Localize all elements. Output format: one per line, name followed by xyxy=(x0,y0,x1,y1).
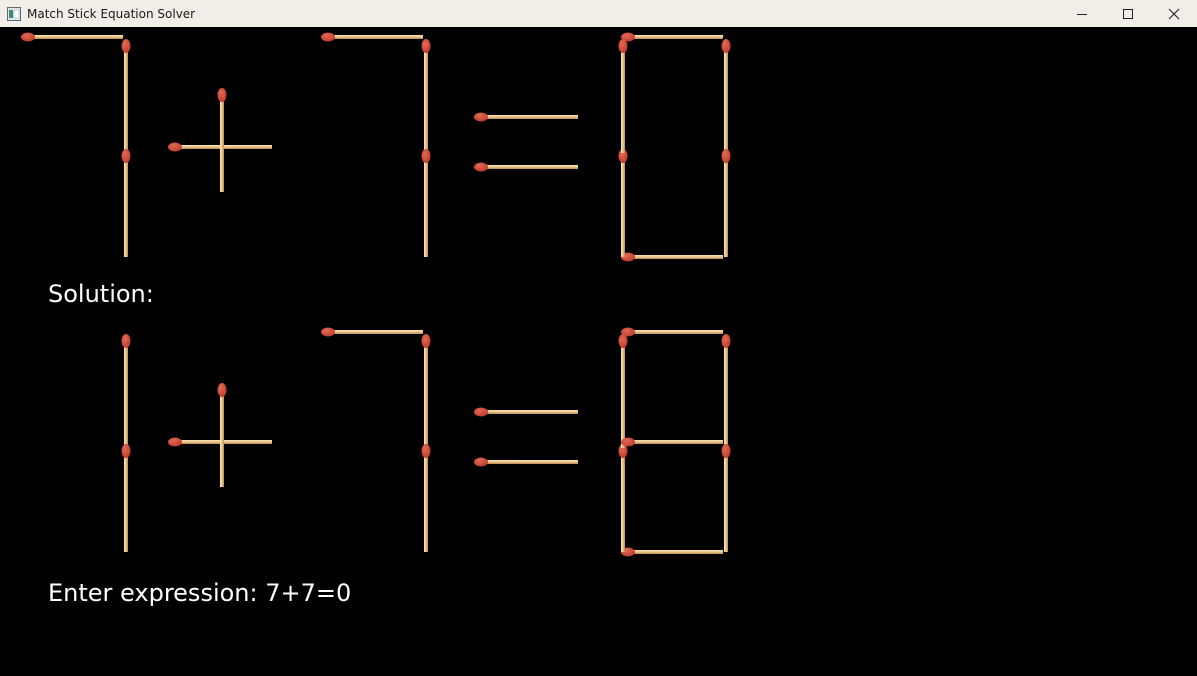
puzzle-digit-4-segment-d xyxy=(621,252,723,262)
puzzle-plus-horizontal xyxy=(168,142,272,152)
solution-digit-4-segment-c xyxy=(721,444,731,552)
puzzle-digit-4-segment-f xyxy=(618,39,628,153)
puzzle-digit-0-segment-a xyxy=(21,32,123,42)
close-button[interactable] xyxy=(1151,0,1197,27)
solution-digit-2-segment-b xyxy=(421,334,431,448)
puzzle-equals-bottom xyxy=(474,162,578,172)
solution-equals-top xyxy=(474,407,578,417)
solution-plus-vertical xyxy=(217,383,227,487)
expression-input-line[interactable]: Enter expression: 7+7=0 xyxy=(48,579,351,607)
solution-digit-0-segment-b xyxy=(121,334,131,448)
window-title: Match Stick Equation Solver xyxy=(27,6,196,21)
puzzle-plus-vertical xyxy=(217,88,227,192)
minimize-icon xyxy=(1077,13,1087,15)
puzzle-digit-4-segment-e xyxy=(618,149,628,257)
puzzle-digit-4-segment-a xyxy=(621,32,723,42)
maximize-button[interactable] xyxy=(1105,0,1151,27)
puzzle-digit-2-segment-a xyxy=(321,32,423,42)
app-window-icon xyxy=(6,6,22,22)
solution-digit-4-segment-a xyxy=(621,327,723,337)
solution-digit-2-segment-c xyxy=(421,444,431,552)
app-window: Match Stick Equation Solver Solution: En… xyxy=(0,0,1197,676)
close-icon xyxy=(1168,8,1180,19)
window-controls xyxy=(1059,0,1197,27)
solution-label: Solution: xyxy=(48,280,154,308)
puzzle-digit-0-segment-c xyxy=(121,149,131,257)
puzzle-digit-0-segment-b xyxy=(121,39,131,153)
solution-digit-2-segment-a xyxy=(321,327,423,337)
solution-digit-4-segment-e xyxy=(618,444,628,552)
equation-canvas: Solution: Enter expression: 7+7=0 xyxy=(0,27,1197,676)
solution-digit-4-segment-b xyxy=(721,334,731,448)
solution-digit-4-segment-g xyxy=(621,437,723,447)
maximize-icon xyxy=(1123,8,1133,19)
puzzle-digit-2-segment-c xyxy=(421,149,431,257)
puzzle-equals-top xyxy=(474,112,578,122)
solution-digit-4-segment-d xyxy=(621,547,723,557)
minimize-button[interactable] xyxy=(1059,0,1105,27)
solution-equals-bottom xyxy=(474,457,578,467)
puzzle-digit-4-segment-c xyxy=(721,149,731,257)
solution-digit-4-segment-f xyxy=(618,334,628,448)
title-bar[interactable]: Match Stick Equation Solver xyxy=(0,0,1197,27)
puzzle-digit-4-segment-b xyxy=(721,39,731,153)
puzzle-digit-2-segment-b xyxy=(421,39,431,153)
solution-plus-horizontal xyxy=(168,437,272,447)
solution-digit-0-segment-c xyxy=(121,444,131,552)
